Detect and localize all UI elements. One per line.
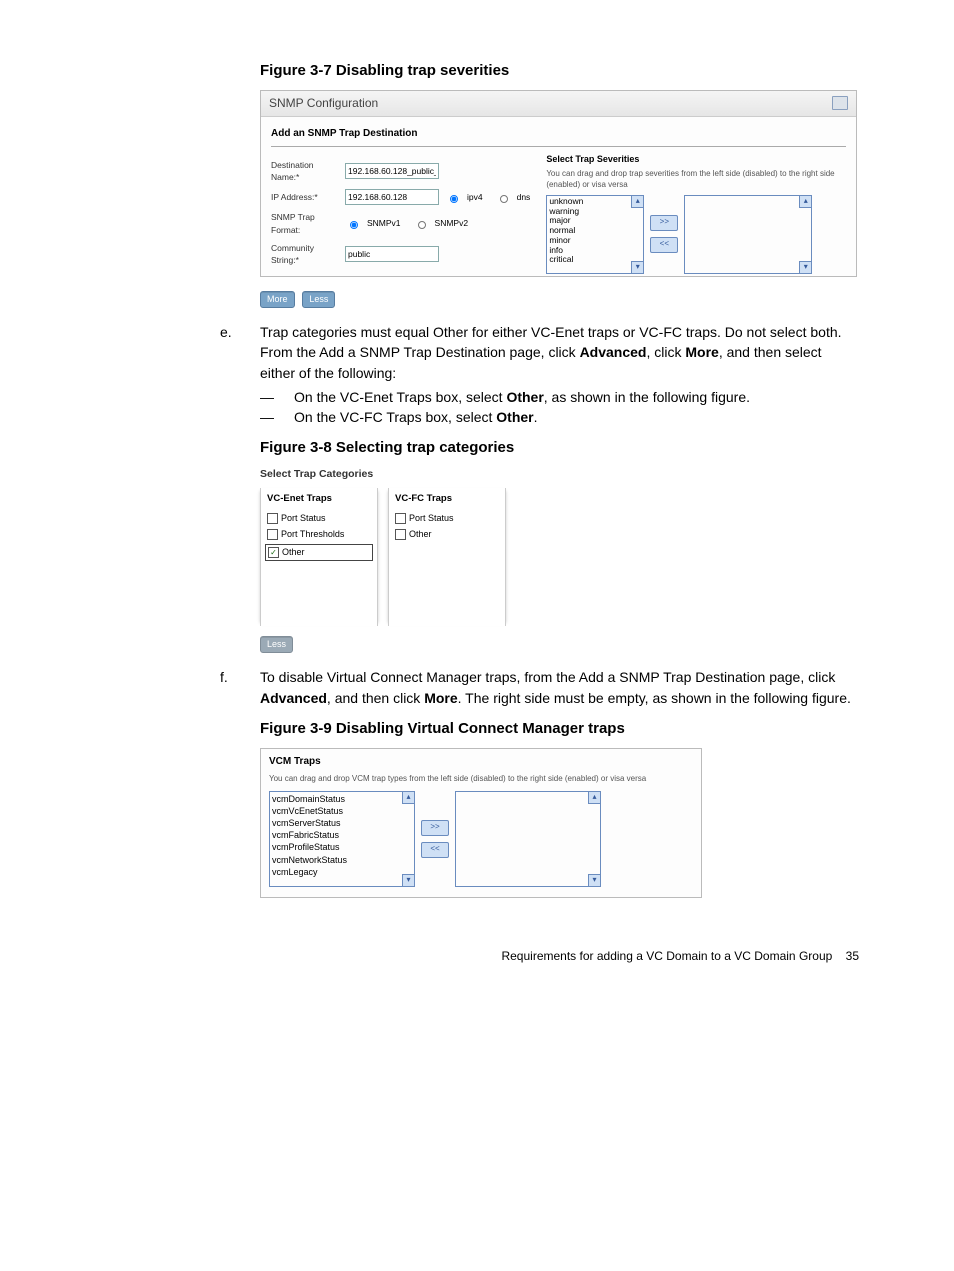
checkbox-label: Other <box>282 546 305 559</box>
dest-name-input[interactable] <box>345 163 439 179</box>
step-f-marker: f. <box>220 667 260 708</box>
minimize-icon[interactable] <box>832 96 848 110</box>
list-item[interactable]: vcmDomainStatus <box>272 793 412 805</box>
list-item[interactable]: vcmLegacy <box>272 866 412 878</box>
list-item[interactable]: critical <box>549 255 641 265</box>
dash-marker: — <box>260 407 294 427</box>
snmp-config-titlebar: SNMP Configuration <box>261 91 856 117</box>
move-left-button[interactable]: << <box>421 842 449 858</box>
checkbox-icon[interactable] <box>395 513 406 524</box>
snmpv1-radio[interactable] <box>350 221 358 229</box>
vc-fc-traps-title: VC-FC Traps <box>395 492 499 506</box>
dash-marker: — <box>260 387 294 407</box>
step-e-text: Trap categories must equal Other for eit… <box>260 322 859 427</box>
trap-format-label: SNMP Trap Format: <box>271 211 339 236</box>
more-button[interactable]: More <box>260 291 295 308</box>
list-item[interactable]: vcmProfileStatus <box>272 841 412 853</box>
vcm-disabled-list[interactable]: ▴ vcmDomainStatus vcmVcEnetStatus vcmSer… <box>269 791 415 887</box>
scroll-down-icon[interactable]: ▾ <box>631 261 644 274</box>
step-f-text: To disable Virtual Connect Manager traps… <box>260 667 859 708</box>
step-e-marker: e. <box>220 322 260 427</box>
figure-3-7-caption: Figure 3-7 Disabling trap severities <box>260 60 859 82</box>
move-right-button[interactable]: >> <box>421 820 449 836</box>
list-item[interactable]: vcmVcEnetStatus <box>272 805 412 817</box>
list-item[interactable]: vcmServerStatus <box>272 817 412 829</box>
figure-3-7-image: SNMP Configuration Add an SNMP Trap Dest… <box>260 90 857 277</box>
vc-enet-traps-column: VC-Enet Traps Port Status Port Threshold… <box>260 488 378 626</box>
checkbox-label: Port Status <box>409 512 454 525</box>
scroll-up-icon[interactable]: ▴ <box>588 791 601 804</box>
scroll-up-icon[interactable]: ▴ <box>799 195 812 208</box>
community-string-input[interactable] <box>345 246 439 262</box>
checkbox-icon[interactable]: ✓ <box>268 547 279 558</box>
vc-enet-traps-title: VC-Enet Traps <box>267 492 371 506</box>
checkbox-label: Other <box>409 528 432 541</box>
vcm-enabled-list[interactable]: ▴ ▾ <box>455 791 601 887</box>
snmpv2-radio[interactable] <box>418 221 426 229</box>
community-string-label: Community String:* <box>271 242 339 267</box>
select-trap-categories-header: Select Trap Categories <box>260 467 859 482</box>
ip-address-label: IP Address:* <box>271 191 339 203</box>
add-snmp-dest-header: Add an SNMP Trap Destination <box>271 125 846 147</box>
scroll-down-icon[interactable]: ▾ <box>588 874 601 887</box>
checkbox-label: Port Status <box>281 512 326 525</box>
severities-help-text: You can drag and drop trap severities fr… <box>546 168 846 191</box>
page-number: 35 <box>846 949 859 963</box>
move-left-button[interactable]: << <box>650 237 678 253</box>
checkbox-icon[interactable] <box>267 529 278 540</box>
list-item[interactable]: vcmFabricStatus <box>272 829 412 841</box>
less-button[interactable]: Less <box>260 636 293 653</box>
scroll-up-icon[interactable]: ▴ <box>402 791 415 804</box>
severities-disabled-list[interactable]: ▴ unknown warning major normal minor inf… <box>546 195 644 274</box>
severities-enabled-list[interactable]: ▴ ▾ <box>684 195 812 274</box>
select-severities-header: Select Trap Severities <box>546 153 846 166</box>
ipv4-radio[interactable] <box>450 195 458 203</box>
footer-text: Requirements for adding a VC Domain to a… <box>501 949 832 963</box>
dest-name-label: Destination Name:* <box>271 159 339 184</box>
checkbox-icon[interactable] <box>267 513 278 524</box>
page-footer: Requirements for adding a VC Domain to a… <box>220 948 859 965</box>
dns-label: dns <box>517 191 531 203</box>
vcm-traps-header: VCM Traps <box>269 755 693 770</box>
snmpv1-label: SNMPv1 <box>367 217 401 229</box>
ip-address-input[interactable] <box>345 189 439 205</box>
vc-fc-traps-column: VC-FC Traps Port Status Other <box>388 488 506 626</box>
vcm-traps-help-text: You can drag and drop VCM trap types fro… <box>269 773 693 785</box>
ipv4-label: ipv4 <box>467 191 483 203</box>
list-item[interactable]: minor <box>549 236 641 246</box>
figure-3-9-caption: Figure 3-9 Disabling Virtual Connect Man… <box>260 718 859 740</box>
figure-3-9-image: VCM Traps You can drag and drop VCM trap… <box>260 748 702 898</box>
list-item[interactable]: vcmNetworkStatus <box>272 854 412 866</box>
scroll-down-icon[interactable]: ▾ <box>799 261 812 274</box>
less-button[interactable]: Less <box>302 291 335 308</box>
move-right-button[interactable]: >> <box>650 215 678 231</box>
scroll-up-icon[interactable]: ▴ <box>631 195 644 208</box>
dns-radio[interactable] <box>500 195 508 203</box>
figure-3-8-caption: Figure 3-8 Selecting trap categories <box>260 437 859 459</box>
snmpv2-label: SNMPv2 <box>435 217 469 229</box>
checkbox-label: Port Thresholds <box>281 528 344 541</box>
figure-3-8-image: Select Trap Categories VC-Enet Traps Por… <box>260 467 859 653</box>
scroll-down-icon[interactable]: ▾ <box>402 874 415 887</box>
checkbox-icon[interactable] <box>395 529 406 540</box>
titlebar-text: SNMP Configuration <box>269 95 378 112</box>
